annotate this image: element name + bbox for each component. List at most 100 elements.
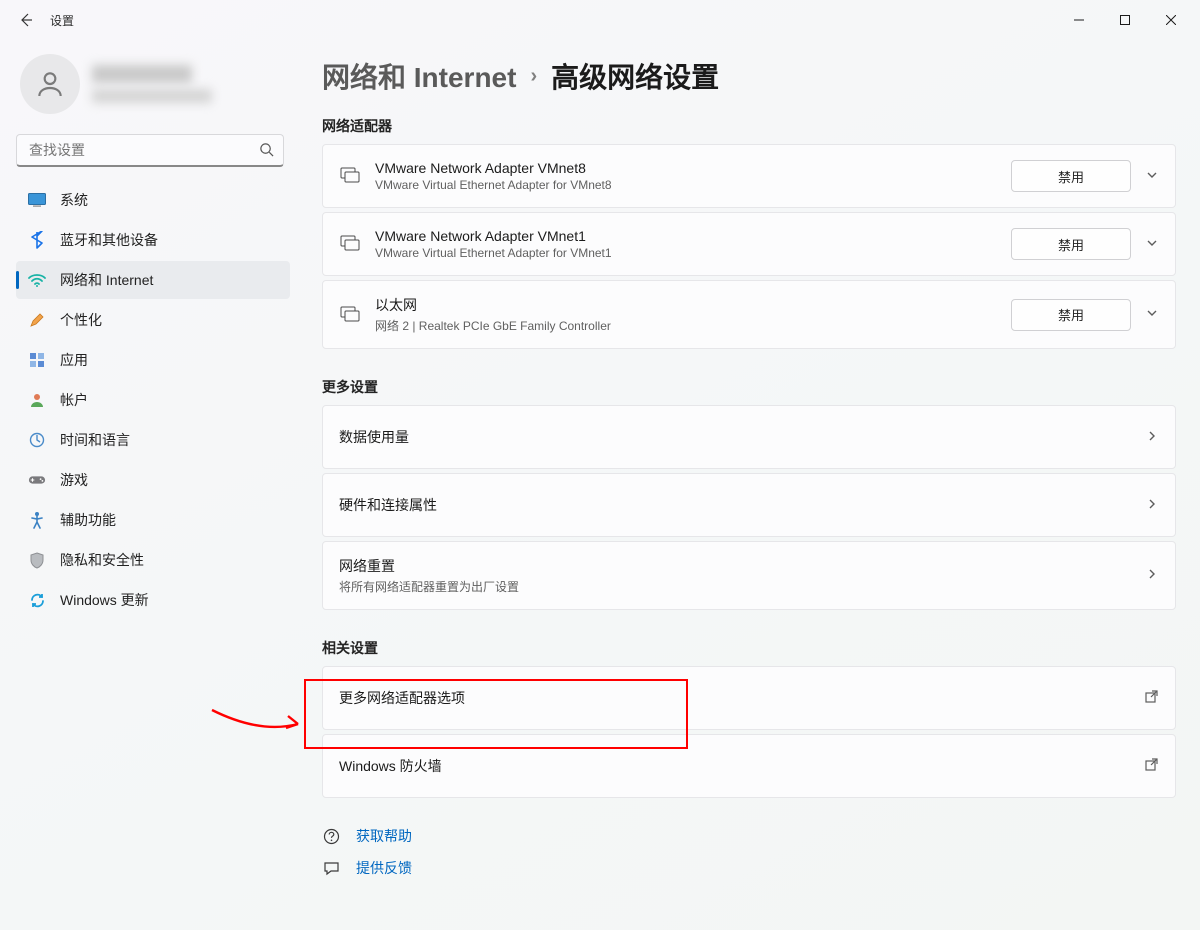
back-arrow-icon <box>18 12 34 28</box>
network-reset-card[interactable]: 网络重置 将所有网络适配器重置为出厂设置 <box>322 541 1176 610</box>
adapter-sub: VMware Virtual Ethernet Adapter for VMne… <box>375 178 612 192</box>
nav-label: 帐户 <box>60 390 88 410</box>
search-input[interactable] <box>16 134 284 167</box>
chevron-right-icon <box>1145 497 1159 514</box>
hardware-props-card[interactable]: 硬件和连接属性 <box>322 473 1176 537</box>
nav-label: 应用 <box>60 350 88 370</box>
adapter-title: VMware Network Adapter VMnet8 <box>375 160 612 176</box>
nav-label: Windows 更新 <box>60 590 149 610</box>
nav-label: 隐私和安全性 <box>60 550 144 570</box>
nav-label: 游戏 <box>60 470 88 490</box>
close-button[interactable] <box>1148 4 1194 36</box>
nav-label: 时间和语言 <box>60 430 130 450</box>
bluetooth-icon <box>28 231 46 249</box>
open-external-icon <box>1144 757 1159 775</box>
sidebar-item-network[interactable]: 网络和 Internet <box>16 261 290 299</box>
app-title: 设置 <box>50 12 74 29</box>
chevron-right-icon <box>1145 429 1159 446</box>
sidebar-item-bluetooth[interactable]: 蓝牙和其他设备 <box>16 221 290 259</box>
breadcrumb: 网络和 Internet › 高级网络设置 <box>322 56 1176 96</box>
sidebar-item-gaming[interactable]: 游戏 <box>16 461 290 499</box>
sidebar-item-accounts[interactable]: 帐户 <box>16 381 290 419</box>
help-icon <box>322 828 340 845</box>
sidebar: 系统 蓝牙和其他设备 网络和 Internet 个性化 <box>0 40 300 930</box>
sidebar-item-personalize[interactable]: 个性化 <box>16 301 290 339</box>
maximize-icon <box>1120 15 1130 25</box>
nav-label: 蓝牙和其他设备 <box>60 230 158 250</box>
gamepad-icon <box>28 471 46 489</box>
data-usage-card[interactable]: 数据使用量 <box>322 405 1176 469</box>
chevron-down-icon[interactable] <box>1145 168 1159 185</box>
page-title: 高级网络设置 <box>551 56 719 96</box>
back-button[interactable] <box>12 6 40 34</box>
sidebar-item-apps[interactable]: 应用 <box>16 341 290 379</box>
sidebar-item-accessibility[interactable]: 辅助功能 <box>16 501 290 539</box>
sidebar-item-time-lang[interactable]: 时间和语言 <box>16 421 290 459</box>
sidebar-item-system[interactable]: 系统 <box>16 181 290 219</box>
window-controls <box>1056 4 1194 36</box>
main-content: 网络和 Internet › 高级网络设置 网络适配器 VMware Netwo… <box>300 40 1200 930</box>
disable-button[interactable]: 禁用 <box>1011 160 1131 192</box>
disable-button[interactable]: 禁用 <box>1011 228 1131 260</box>
related-list: 更多网络适配器选项 Windows 防火墙 <box>322 666 1176 798</box>
feedback-link[interactable]: 提供反馈 <box>322 858 1176 878</box>
maximize-button[interactable] <box>1102 4 1148 36</box>
card-title: 更多网络适配器选项 <box>339 688 465 708</box>
sidebar-item-update[interactable]: Windows 更新 <box>16 581 290 619</box>
card-title: 硬件和连接属性 <box>339 495 437 515</box>
profile-name <box>92 65 192 83</box>
breadcrumb-parent[interactable]: 网络和 Internet <box>322 56 516 96</box>
search-icon <box>259 142 274 160</box>
footer-link-label: 获取帮助 <box>356 826 412 846</box>
network-adapter-icon <box>339 166 361 186</box>
sidebar-item-privacy[interactable]: 隐私和安全性 <box>16 541 290 579</box>
adapter-card[interactable]: VMware Network Adapter VMnet8 VMware Vir… <box>322 144 1176 208</box>
chevron-right-icon: › <box>530 65 537 88</box>
get-help-link[interactable]: 获取帮助 <box>322 826 1176 846</box>
card-title: 网络重置 <box>339 556 519 576</box>
system-icon <box>28 191 46 209</box>
nav-label: 系统 <box>60 190 88 210</box>
profile-text <box>92 65 212 103</box>
adapter-sub: 网络 2 | Realtek PCIe GbE Family Controlle… <box>375 317 611 334</box>
globe-clock-icon <box>28 431 46 449</box>
more-adapter-options-card[interactable]: 更多网络适配器选项 <box>322 666 1176 730</box>
update-icon <box>28 591 46 609</box>
network-adapter-icon <box>339 234 361 254</box>
adapter-title: 以太网 <box>375 295 611 315</box>
avatar <box>20 54 80 114</box>
shield-icon <box>28 551 46 569</box>
chevron-right-icon <box>1145 567 1159 584</box>
apps-icon <box>28 351 46 369</box>
title-bar: 设置 <box>0 0 1200 40</box>
minimize-button[interactable] <box>1056 4 1102 36</box>
profile-sub <box>92 89 212 103</box>
adapter-card[interactable]: VMware Network Adapter VMnet1 VMware Vir… <box>322 212 1176 276</box>
card-sub: 将所有网络适配器重置为出厂设置 <box>339 578 519 595</box>
chevron-down-icon[interactable] <box>1145 306 1159 323</box>
adapter-title: VMware Network Adapter VMnet1 <box>375 228 612 244</box>
person-icon <box>34 68 66 100</box>
accessibility-icon <box>28 511 46 529</box>
network-adapter-icon <box>339 305 361 325</box>
search-wrap <box>16 134 284 167</box>
card-title: 数据使用量 <box>339 427 409 447</box>
paint-icon <box>28 311 46 329</box>
wifi-icon <box>28 271 46 289</box>
nav-label: 个性化 <box>60 310 102 330</box>
nav-label: 网络和 Internet <box>60 270 153 290</box>
nav-label: 辅助功能 <box>60 510 116 530</box>
open-external-icon <box>1144 689 1159 707</box>
windows-firewall-card[interactable]: Windows 防火墙 <box>322 734 1176 798</box>
nav-list: 系统 蓝牙和其他设备 网络和 Internet 个性化 <box>16 181 290 619</box>
adapter-card[interactable]: 以太网 网络 2 | Realtek PCIe GbE Family Contr… <box>322 280 1176 349</box>
disable-button[interactable]: 禁用 <box>1011 299 1131 331</box>
feedback-icon <box>322 860 340 877</box>
footer-link-label: 提供反馈 <box>356 858 412 878</box>
account-icon <box>28 391 46 409</box>
chevron-down-icon[interactable] <box>1145 236 1159 253</box>
adapters-section-header: 网络适配器 <box>322 116 1176 136</box>
profile-block[interactable] <box>16 48 290 130</box>
adapter-list: VMware Network Adapter VMnet8 VMware Vir… <box>322 144 1176 349</box>
adapter-sub: VMware Virtual Ethernet Adapter for VMne… <box>375 246 612 260</box>
